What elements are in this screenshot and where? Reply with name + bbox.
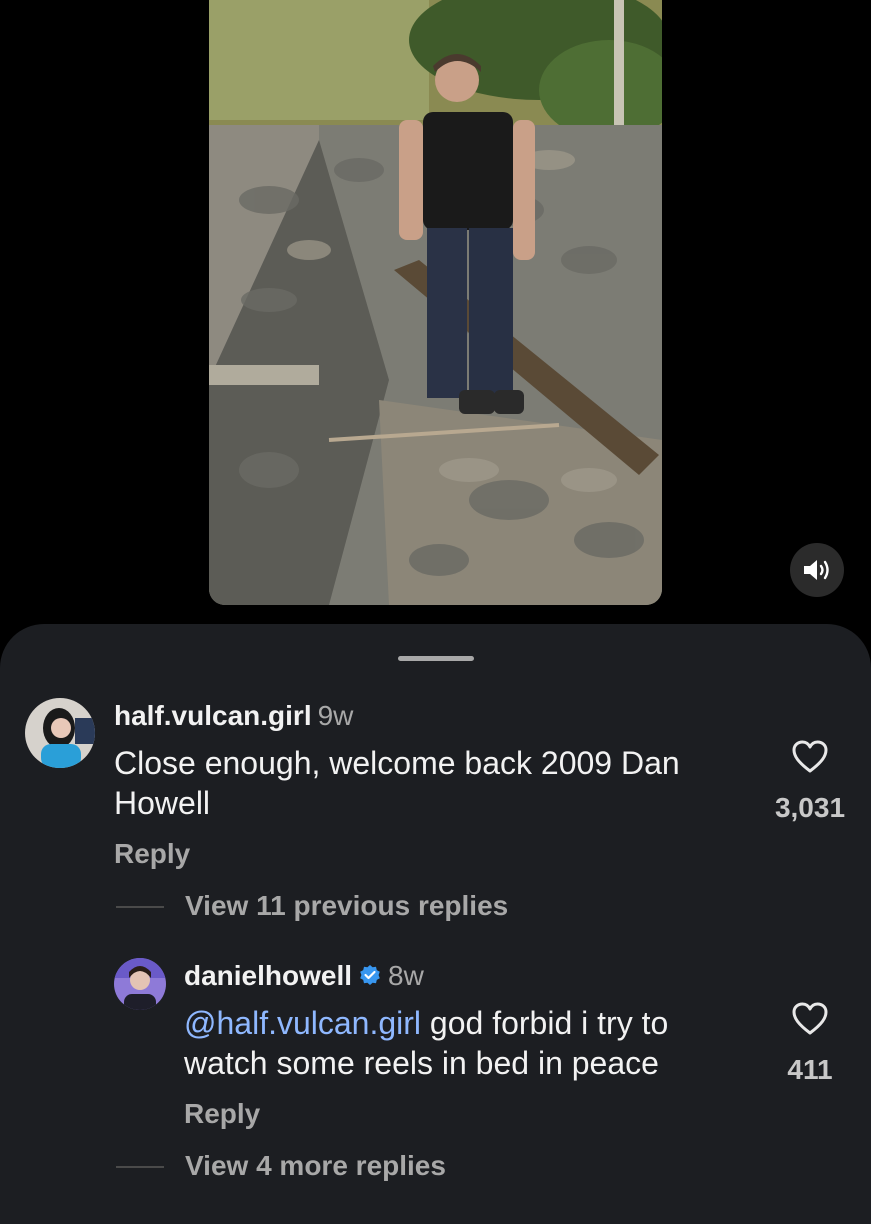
view-more-replies-button[interactable]: View 4 more replies	[185, 1150, 446, 1182]
sheet-grabber[interactable]	[398, 656, 474, 661]
reply-button[interactable]: Reply	[114, 838, 190, 870]
comment-text-line: Close enough, welcome back 2009 Dan	[114, 745, 680, 781]
comment-text: Close enough, welcome back 2009 Dan Howe…	[114, 743, 754, 823]
video-area	[0, 0, 871, 640]
mention-link[interactable]: @half.vulcan.girl	[184, 1005, 421, 1041]
comment-text-segment: god forbid i try to	[421, 1005, 669, 1041]
comment-username[interactable]: half.vulcan.girl 9w	[114, 700, 353, 732]
verified-badge-icon	[360, 964, 380, 985]
comment-timestamp: 8w	[388, 960, 424, 991]
speaker-icon	[804, 560, 829, 580]
like-count: 411	[787, 1054, 833, 1085]
reply-button[interactable]: Reply	[184, 1098, 260, 1130]
sound-toggle-button[interactable]	[790, 543, 844, 597]
heart-icon[interactable]	[792, 1002, 828, 1036]
avatar-image	[114, 958, 166, 1010]
reel-video-frame-image	[209, 0, 662, 605]
thread-line	[116, 1166, 164, 1168]
comment-text-line: Howell	[114, 785, 211, 821]
avatar[interactable]	[25, 698, 95, 768]
heart-icon[interactable]	[792, 740, 828, 774]
username-text[interactable]: danielhowell	[184, 960, 352, 991]
reel-video[interactable]	[209, 0, 662, 605]
view-previous-replies-button[interactable]: View 11 previous replies	[185, 890, 508, 922]
like-count: 3,031	[774, 792, 846, 823]
comment-timestamp: 9w	[317, 700, 354, 731]
username-text[interactable]: half.vulcan.girl	[114, 700, 312, 731]
comment-text-line: @half.vulcan.girl god forbid i try to	[184, 1003, 764, 1043]
thread-line	[116, 906, 164, 908]
comment-text: @half.vulcan.girl god forbid i try to wa…	[184, 1003, 764, 1083]
avatar-image	[25, 698, 95, 768]
comment-text-line: watch some reels in bed in peace	[184, 1045, 659, 1081]
comments-sheet: half.vulcan.girl 9w Close enough, welcome…	[0, 624, 871, 1224]
comment-username[interactable]: danielhowell 8w	[184, 960, 424, 992]
avatar[interactable]	[114, 958, 166, 1010]
